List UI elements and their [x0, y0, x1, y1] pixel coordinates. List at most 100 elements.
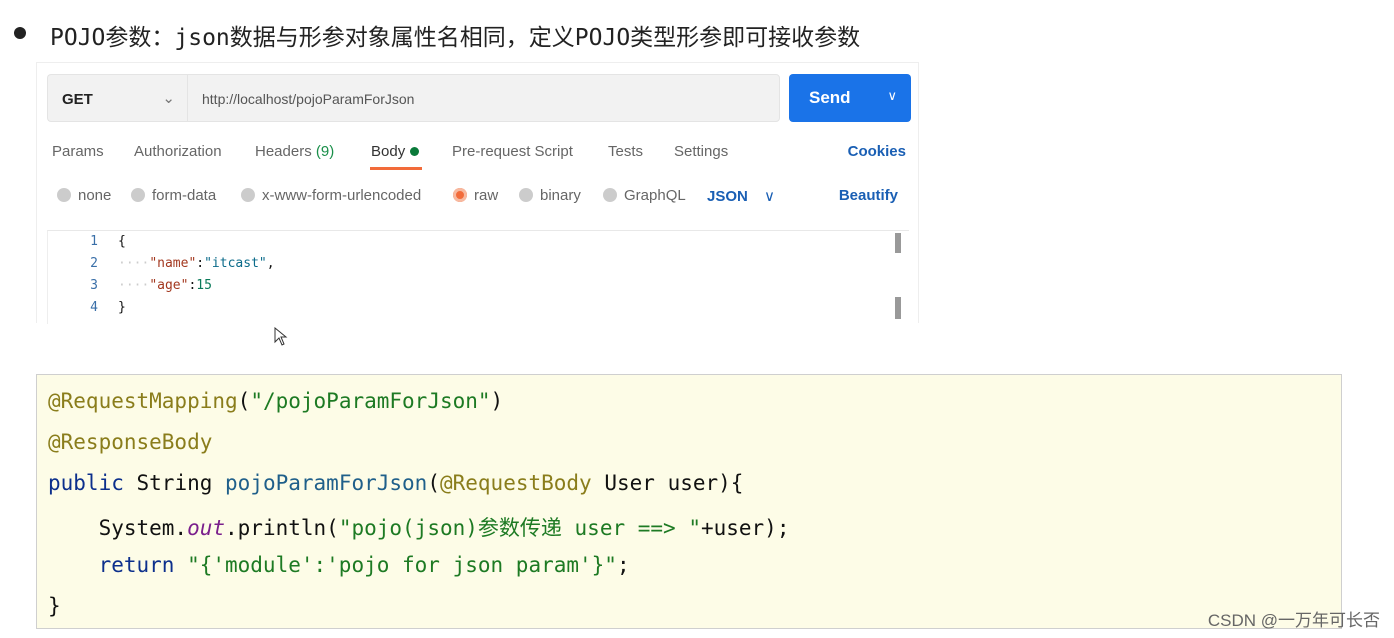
- tab-pre-request-script[interactable]: Pre-request Script: [452, 143, 573, 160]
- radio-label: GraphQL: [624, 187, 686, 204]
- code-token: return: [48, 553, 188, 577]
- scrollbar[interactable]: [895, 297, 901, 319]
- tab-label: Body: [371, 143, 406, 160]
- send-button[interactable]: Send ∨: [789, 74, 911, 122]
- watermark: CSDN @一万年可长否: [1207, 611, 1380, 630]
- scrollbar[interactable]: [895, 233, 901, 253]
- tab-label: Authorization: [134, 143, 222, 160]
- code-token: ,: [266, 256, 275, 271]
- tab-label: Params: [52, 143, 104, 160]
- radio-none[interactable]: none: [57, 187, 111, 204]
- code-token: }: [118, 300, 126, 315]
- url-input[interactable]: http://localhost/pojoParamForJson: [187, 74, 780, 122]
- code-block: @RequestMapping("/pojoParamForJson") @Res…: [36, 374, 1342, 629]
- code-token: :: [196, 256, 205, 271]
- code-token: {: [118, 234, 126, 249]
- active-tab-indicator: [370, 167, 422, 170]
- editor-line: ····"age":15: [118, 278, 212, 293]
- tab-label: Tests: [608, 143, 644, 160]
- line-number: 2: [90, 256, 98, 271]
- code-token: @RequestBody: [439, 471, 605, 495]
- line-number: 4: [90, 300, 98, 315]
- code-token: @RequestMapping: [48, 389, 238, 413]
- code-token: "itcast": [204, 256, 267, 271]
- radio-label: x-www-form-urlencoded: [262, 187, 422, 204]
- editor-line: }: [118, 300, 126, 315]
- code-token: "age": [149, 278, 189, 293]
- tab-count: (9): [315, 143, 335, 160]
- code-token: "{'module':'pojo for json param'}": [187, 553, 617, 577]
- method-select[interactable]: GET ⌄: [47, 74, 187, 122]
- tab-tests[interactable]: Tests: [608, 143, 643, 160]
- editor-line: {: [118, 234, 126, 249]
- tab-label: Settings: [674, 143, 729, 160]
- body-editor[interactable]: 1{2 ····"name":"itcast", 3 ····"age":15 4}: [47, 230, 909, 324]
- postman-request-panel: GET ⌄ http://localhost/pojoParamForJson S…: [36, 62, 919, 324]
- code-token: pojoParamForJson: [225, 471, 428, 495]
- code-token: "name": [149, 256, 197, 271]
- send-label: Send: [809, 88, 851, 107]
- radio-circle-icon[interactable]: [57, 188, 71, 202]
- mouse-cursor-icon: [274, 327, 288, 346]
- code-token: }: [48, 594, 61, 618]
- editor-line: ····"name":"itcast",: [118, 256, 275, 271]
- radio-label: raw: [474, 187, 499, 204]
- tab-params[interactable]: Params: [52, 143, 104, 160]
- radio-circle-icon[interactable]: [131, 188, 145, 202]
- slide-heading: POJO参数：json数据与形参对象属性名相同，定义POJO类型形参即可接收参数: [50, 25, 861, 51]
- tab-label: Headers: [255, 143, 312, 160]
- radio-raw[interactable]: raw: [453, 187, 498, 204]
- format-select[interactable]: JSON ∨: [707, 187, 775, 205]
- code-token: +user);: [700, 516, 790, 540]
- line-number: 3: [90, 278, 98, 293]
- code-token: ····: [118, 256, 150, 271]
- radio-label: none: [78, 187, 112, 204]
- code-line: }: [48, 594, 61, 618]
- code-line: System.out.println("pojo(json)参数传递 user …: [48, 512, 790, 542]
- bullet-icon: [14, 27, 26, 39]
- radio-label: form-data: [152, 187, 217, 204]
- cookies-link[interactable]: Cookies: [848, 143, 906, 160]
- code-token: 15: [196, 278, 212, 293]
- code-token: out: [187, 516, 226, 540]
- radio-x-www-form-urlencoded[interactable]: x-www-form-urlencoded: [241, 187, 421, 204]
- chevron-down-icon[interactable]: ∨: [887, 88, 897, 104]
- code-line: @RequestMapping("/pojoParamForJson"): [48, 389, 503, 413]
- code-token: "pojo(json)参数传递 user ==> ": [338, 516, 701, 540]
- radio-label: binary: [540, 187, 581, 204]
- code-token: ····: [118, 278, 150, 293]
- tab-settings[interactable]: Settings: [674, 143, 728, 160]
- tab-headers[interactable]: Headers (9): [255, 143, 334, 160]
- radio-circle-icon[interactable]: [519, 188, 533, 202]
- code-line: @ResponseBody: [48, 430, 212, 454]
- tab-authorization[interactable]: Authorization: [134, 143, 222, 160]
- method-value: GET: [62, 91, 93, 108]
- code-token: String: [136, 471, 226, 495]
- chevron-down-icon: ∨: [764, 188, 776, 205]
- code-token: (: [237, 389, 251, 413]
- code-token: .println(: [225, 516, 339, 540]
- code-token: ;: [616, 553, 630, 577]
- code-token: (: [427, 471, 440, 495]
- code-line: return "{'module':'pojo for json param'}…: [48, 553, 630, 577]
- radio-circle-icon[interactable]: [603, 188, 617, 202]
- line-number: 1: [90, 234, 98, 249]
- code-token: "/pojoParamForJson": [250, 389, 491, 413]
- tab-body[interactable]: Body: [371, 143, 420, 160]
- code-token: User user){: [604, 471, 744, 495]
- beautify-link[interactable]: Beautify: [839, 187, 898, 204]
- code-token: ): [490, 389, 504, 413]
- radio-circle-icon[interactable]: [241, 188, 255, 202]
- radio-form-data[interactable]: form-data: [131, 187, 216, 204]
- body-modified-dot-icon: [410, 147, 420, 156]
- format-value: JSON: [707, 188, 748, 205]
- tab-label: Pre-request Script: [452, 143, 573, 160]
- code-line: public String pojoParamForJson(@RequestB…: [48, 471, 743, 495]
- radio-binary[interactable]: binary: [519, 187, 581, 204]
- code-token: System.: [48, 516, 188, 540]
- chevron-down-icon: ⌄: [162, 90, 175, 107]
- radio-circle-icon[interactable]: [453, 188, 467, 202]
- code-token: public: [48, 471, 137, 495]
- radio-GraphQL[interactable]: GraphQL: [603, 187, 686, 204]
- code-token: @ResponseBody: [48, 430, 213, 454]
